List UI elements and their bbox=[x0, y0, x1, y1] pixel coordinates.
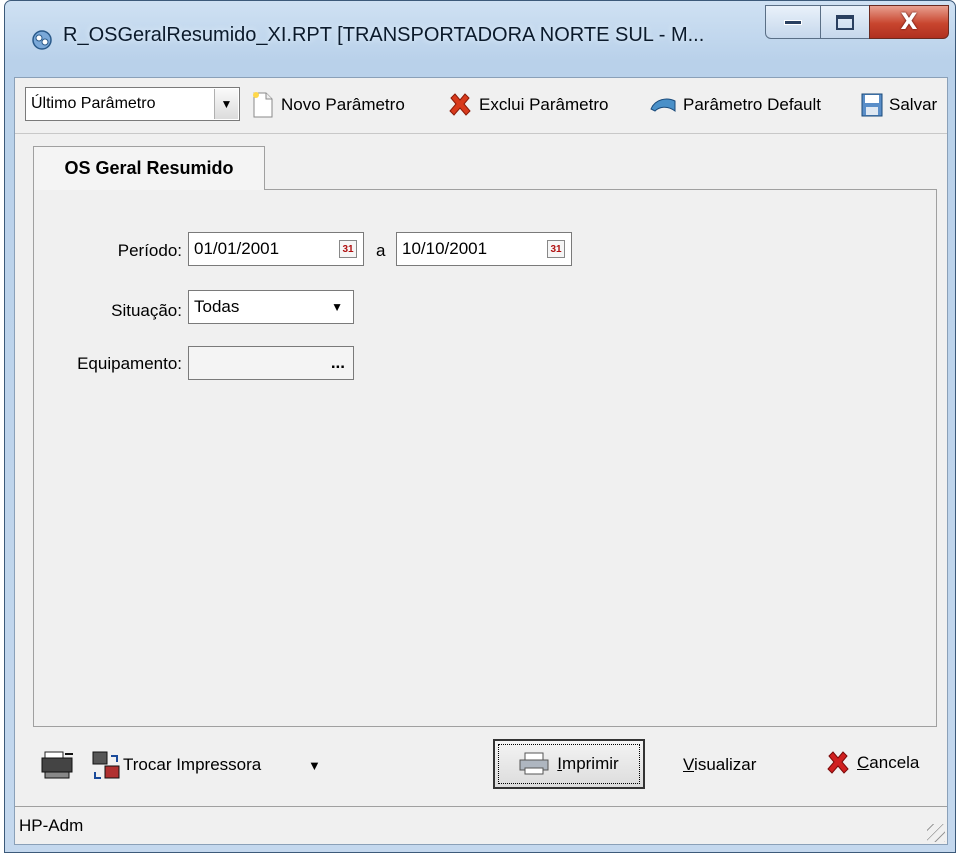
ellipsis-button[interactable]: ... bbox=[331, 353, 345, 373]
equipamento-field[interactable]: ... bbox=[188, 346, 354, 380]
save-button[interactable]: Salvar bbox=[861, 87, 937, 123]
cancel-x-icon bbox=[827, 751, 849, 774]
trocar-impressora-button[interactable]: Trocar Impressora bbox=[123, 755, 261, 775]
toolbar: Último Parâmetro ▼ Novo Parâmetro Exclui… bbox=[15, 78, 947, 134]
periodo-start-field[interactable]: 01/01/2001 31 bbox=[188, 232, 364, 266]
tab-os-geral-resumido[interactable]: OS Geral Resumido bbox=[33, 146, 265, 190]
calendar-icon[interactable]: 31 bbox=[339, 240, 357, 258]
delete-x-icon bbox=[449, 93, 471, 116]
window-title: R_OSGeralResumido_XI.RPT [TRANSPORTADORA… bbox=[63, 24, 705, 46]
status-printer: HP-Adm bbox=[19, 816, 84, 835]
equipamento-label: Equipamento: bbox=[77, 354, 182, 373]
floppy-disk-icon bbox=[861, 93, 883, 117]
chevron-down-icon[interactable]: ▼ bbox=[308, 758, 321, 773]
new-parameter-button[interactable]: Novo Parâmetro bbox=[251, 87, 405, 123]
minimize-icon bbox=[784, 19, 802, 25]
maximize-icon bbox=[836, 14, 854, 30]
default-parameter-button[interactable]: Parâmetro Default bbox=[649, 87, 821, 123]
cancel-label: Cancela bbox=[857, 753, 920, 772]
client-area: Último Parâmetro ▼ Novo Parâmetro Exclui… bbox=[14, 77, 948, 845]
parameter-select[interactable]: Último Parâmetro ▼ bbox=[25, 87, 240, 121]
swap-printer-icon[interactable] bbox=[91, 750, 121, 782]
calendar-icon[interactable]: 31 bbox=[547, 240, 565, 258]
situacao-label: Situação: bbox=[111, 301, 182, 320]
situacao-value: Todas bbox=[194, 297, 240, 316]
close-button[interactable]: X bbox=[869, 5, 949, 39]
maximize-button[interactable] bbox=[820, 5, 870, 39]
periodo-separator: a bbox=[376, 241, 386, 260]
periodo-end-value: 10/10/2001 bbox=[402, 239, 488, 258]
delete-parameter-label: Exclui Parâmetro bbox=[479, 95, 609, 114]
visualizar-button[interactable]: Visualizar bbox=[683, 755, 756, 775]
save-label: Salvar bbox=[889, 95, 938, 114]
app-icon bbox=[32, 30, 52, 50]
new-document-icon bbox=[253, 92, 273, 118]
cancel-button[interactable]: Cancela bbox=[825, 750, 919, 776]
close-icon: X bbox=[900, 9, 918, 35]
print-button[interactable]: Imprimir bbox=[493, 739, 645, 789]
focus-rect bbox=[498, 744, 640, 784]
bottom-bar: Trocar Impressora ▼ Imprimir Visualizar … bbox=[15, 728, 947, 802]
title-bar[interactable]: R_OSGeralResumido_XI.RPT [TRANSPORTADORA… bbox=[5, 1, 955, 77]
resize-grip-icon[interactable] bbox=[927, 824, 945, 842]
situacao-select[interactable]: Todas ▼ bbox=[188, 290, 354, 324]
status-bar: HP-Adm bbox=[15, 806, 947, 844]
chevron-down-icon[interactable]: ▼ bbox=[214, 89, 238, 119]
tab-panel: Período: 01/01/2001 31 a 10/10/2001 31 S… bbox=[33, 189, 937, 727]
periodo-start-value: 01/01/2001 bbox=[194, 239, 280, 258]
default-parameter-label: Parâmetro Default bbox=[683, 95, 821, 114]
periodo-end-field[interactable]: 10/10/2001 31 bbox=[396, 232, 572, 266]
periodo-label: Período: bbox=[117, 241, 182, 260]
report-window: R_OSGeralResumido_XI.RPT [TRANSPORTADORA… bbox=[4, 0, 956, 853]
chevron-down-icon: ▼ bbox=[331, 300, 343, 314]
new-parameter-label: Novo Parâmetro bbox=[281, 95, 405, 114]
undo-arrow-icon bbox=[650, 98, 676, 112]
minimize-button[interactable] bbox=[765, 5, 821, 39]
parameter-select-value: Último Parâmetro bbox=[31, 95, 156, 112]
delete-parameter-button[interactable]: Exclui Parâmetro bbox=[447, 87, 608, 123]
printer-icon[interactable] bbox=[41, 750, 75, 780]
